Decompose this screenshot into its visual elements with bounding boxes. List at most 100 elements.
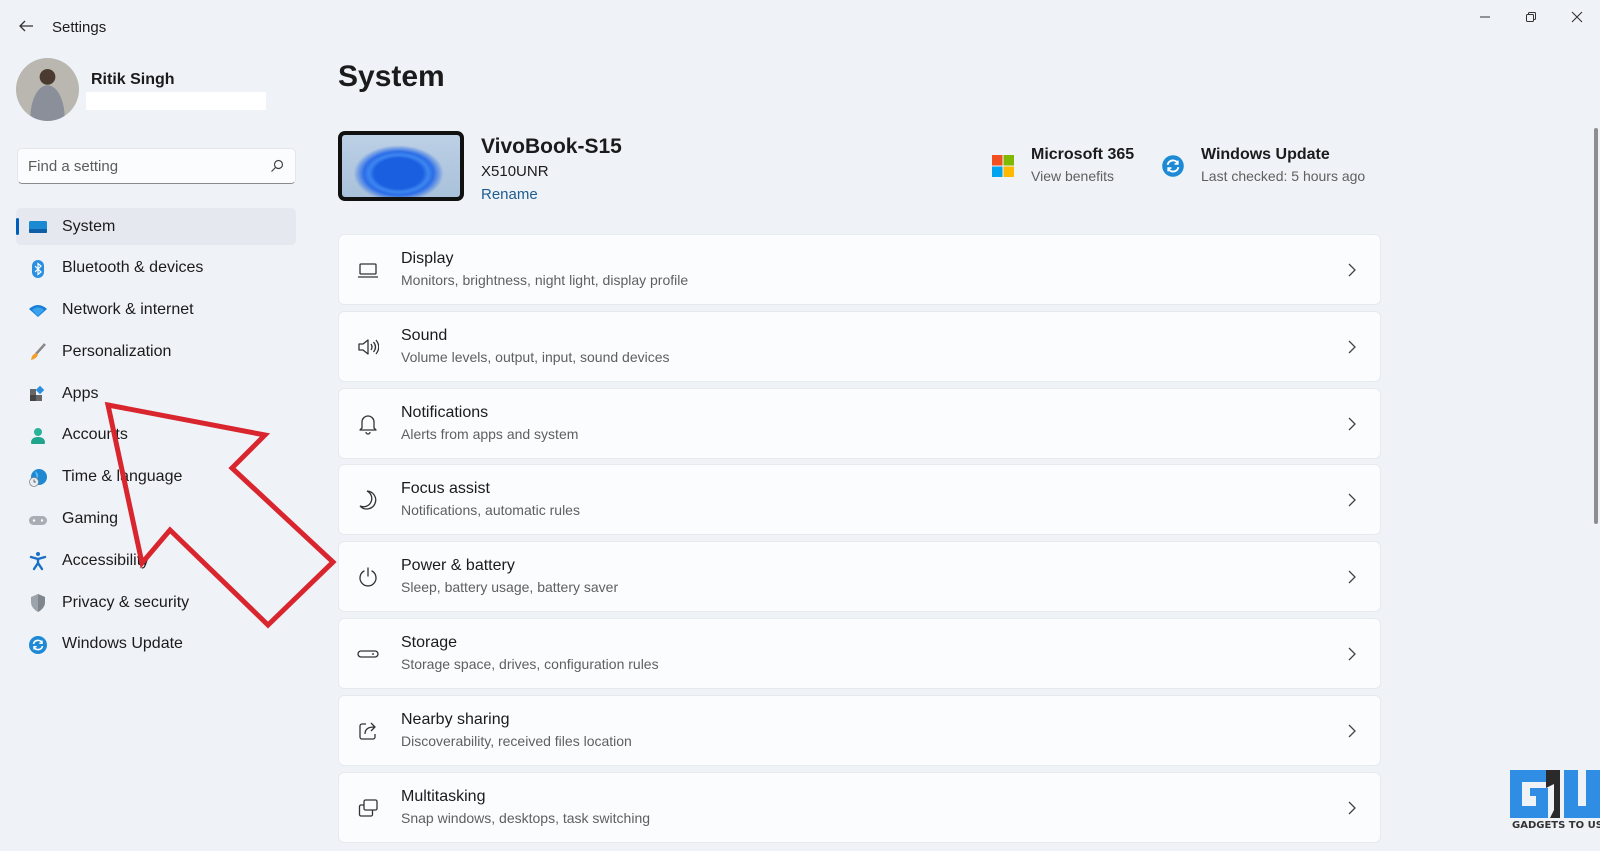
bell-icon: [359, 414, 377, 435]
settings-card-nearby-sharing[interactable]: Nearby sharing Discoverability, received…: [338, 694, 1381, 766]
bluetooth-icon: [32, 259, 44, 278]
settings-card-focus-assist[interactable]: Focus assist Notifications, automatic ru…: [338, 464, 1381, 536]
quick-link-title: Microsoft 365: [1031, 146, 1135, 163]
microsoft-logo-icon: [992, 155, 1014, 177]
card-subtitle: Snap windows, desktops, task switching: [401, 809, 651, 826]
card-title: Display: [401, 250, 454, 267]
sidebar-item-accessibility[interactable]: Accessibility: [16, 542, 296, 579]
card-title: Power & battery: [401, 557, 515, 575]
rename-link[interactable]: Rename: [481, 186, 538, 203]
profile-name: Ritik Singh: [91, 71, 175, 88]
search-icon[interactable]: [269, 158, 285, 174]
sidebar-item-personalization[interactable]: Personalization: [16, 333, 296, 370]
back-arrow-icon: [19, 20, 33, 32]
app-title: Settings: [52, 19, 107, 36]
card-title: Focus assist: [401, 480, 490, 498]
sidebar-item-label: Network & internet: [62, 301, 194, 319]
chevron-right-icon: [1348, 801, 1356, 815]
sidebar-item-label: Bluetooth & devices: [62, 259, 204, 277]
sidebar-item-label: System: [62, 217, 116, 235]
chevron-right-icon: [1348, 493, 1356, 507]
accessibility-icon: [29, 552, 47, 571]
page-title: System: [338, 60, 445, 93]
device-name: VivoBook-S15: [481, 135, 622, 158]
card-subtitle: Monitors, brightness, night light, displ…: [401, 272, 689, 288]
card-title: Sound: [401, 326, 448, 344]
chevron-right-icon: [1348, 263, 1356, 277]
minimize-icon: [1480, 16, 1490, 18]
sidebar-item-apps[interactable]: Apps: [16, 375, 296, 412]
wifi-icon: [29, 304, 47, 317]
watermark-text: GADGETS TO USE: [1512, 820, 1600, 831]
settings-card-storage[interactable]: Storage Storage space, drives, configura…: [338, 617, 1381, 689]
card-subtitle: Sleep, battery usage, battery saver: [401, 579, 619, 596]
chevron-right-icon: [1348, 647, 1356, 661]
settings-card-display[interactable]: Display Monitors, brightness, night ligh…: [338, 234, 1381, 305]
windows-update-link[interactable]: Windows Update Last checked: 5 hours ago: [1161, 146, 1365, 184]
sidebar-item-time-language[interactable]: Time & language: [16, 459, 296, 496]
sidebar-item-bluetooth[interactable]: Bluetooth & devices: [16, 250, 296, 287]
card-subtitle: Alerts from apps and system: [401, 425, 579, 442]
settings-card-sound[interactable]: Sound Volume levels, output, input, soun…: [338, 310, 1381, 382]
wallpaper-preview: [342, 135, 460, 197]
sidebar-item-label: Windows Update: [62, 635, 183, 653]
settings-card-multitasking[interactable]: Multitasking Snap windows, desktops, tas…: [338, 771, 1381, 843]
scrollbar-thumb[interactable]: [1594, 128, 1598, 524]
device-thumbnail: [338, 131, 464, 201]
search-box[interactable]: [17, 148, 296, 184]
sidebar-item-windows-update[interactable]: Windows Update: [16, 626, 296, 663]
title-bar: Settings: [0, 0, 1600, 52]
microsoft-365-link[interactable]: Microsoft 365 View benefits: [991, 146, 1134, 184]
account-icon: [31, 427, 45, 444]
back-button[interactable]: [14, 14, 38, 38]
settings-card-power-battery[interactable]: Power & battery Sleep, battery usage, ba…: [338, 541, 1381, 613]
restore-button[interactable]: [1508, 0, 1554, 34]
close-button[interactable]: [1554, 0, 1600, 34]
quick-link-subtitle: View benefits: [1031, 168, 1115, 184]
power-icon: [359, 567, 377, 587]
update-icon: [1162, 155, 1184, 177]
chevron-right-icon: [1348, 340, 1356, 354]
multitask-icon: [358, 798, 378, 817]
card-title: Nearby sharing: [401, 710, 510, 728]
card-title: Notifications: [401, 403, 489, 421]
chevron-right-icon: [1348, 417, 1356, 431]
restore-icon: [1526, 12, 1536, 22]
settings-list: Display Monitors, brightness, night ligh…: [338, 234, 1381, 848]
sidebar-item-label: Accounts: [62, 426, 128, 444]
sidebar-item-label: Privacy & security: [62, 593, 190, 611]
card-subtitle: Storage space, drives, configuration rul…: [401, 655, 659, 672]
card-subtitle: Notifications, automatic rules: [401, 502, 580, 519]
system-icon: [29, 221, 47, 233]
sidebar-item-gaming[interactable]: Gaming: [16, 501, 296, 538]
share-icon: [359, 722, 376, 740]
device-model: X510UNR: [481, 163, 549, 180]
card-subtitle: Discoverability, received files location: [401, 732, 632, 749]
moon-icon: [359, 490, 377, 511]
card-title: Storage: [401, 633, 458, 651]
chevron-right-icon: [1348, 570, 1356, 584]
update-icon: [29, 635, 47, 654]
sidebar-item-label: Accessibility: [62, 551, 150, 569]
brush-icon: [31, 343, 46, 361]
globe-clock-icon: [29, 468, 47, 487]
sidebar-item-privacy[interactable]: Privacy & security: [16, 584, 296, 621]
shield-icon: [31, 594, 45, 613]
laptop-icon: [358, 263, 378, 278]
sidebar-item-accounts[interactable]: Accounts: [16, 417, 296, 454]
avatar[interactable]: [16, 58, 79, 121]
minimize-button[interactable]: [1462, 0, 1508, 34]
sidebar-item-network[interactable]: Network & internet: [16, 292, 296, 329]
search-input[interactable]: [28, 149, 258, 183]
profile-email-redacted: [86, 92, 266, 110]
watermark-logo: GADGETS TO USE: [1510, 770, 1600, 834]
settings-card-notifications[interactable]: Notifications Alerts from apps and syste…: [338, 387, 1381, 459]
sidebar-item-label: Apps: [62, 384, 99, 402]
chevron-right-icon: [1348, 724, 1356, 738]
storage-icon: [357, 650, 379, 658]
apps-icon: [30, 385, 45, 402]
gamepad-icon: [29, 515, 47, 525]
gadgets-to-use-logo-icon: [1510, 770, 1600, 818]
sidebar-item-system[interactable]: System: [16, 208, 296, 245]
sidebar-item-label: Time & language: [62, 468, 183, 486]
